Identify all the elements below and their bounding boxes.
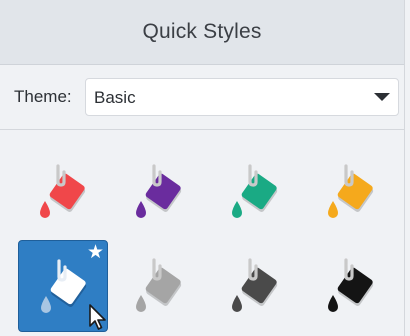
panel-header: Quick Styles bbox=[0, 0, 404, 65]
style-teal-tile[interactable] bbox=[210, 146, 300, 238]
style-dark-gray-tile[interactable] bbox=[210, 240, 300, 332]
panel-title: Quick Styles bbox=[142, 20, 262, 43]
theme-label: Theme: bbox=[14, 87, 72, 106]
theme-value: Basic bbox=[94, 88, 136, 107]
paint-bucket-icon bbox=[136, 164, 182, 218]
style-orange-tile[interactable] bbox=[306, 146, 396, 238]
style-red-tile[interactable] bbox=[18, 146, 108, 238]
paint-bucket-icon bbox=[232, 164, 278, 218]
star-icon: ★ bbox=[86, 241, 104, 263]
style-gray-tile[interactable] bbox=[114, 240, 204, 332]
paint-bucket-icon bbox=[328, 258, 374, 312]
mouse-cursor-icon bbox=[89, 304, 106, 330]
quick-styles-panel: Quick Styles Theme: Basic ★ bbox=[0, 0, 405, 336]
style-purple-tile[interactable] bbox=[114, 146, 204, 238]
theme-row: Theme: Basic bbox=[0, 65, 404, 130]
chevron-down-icon bbox=[374, 93, 390, 101]
theme-dropdown[interactable]: Basic bbox=[85, 78, 399, 116]
paint-bucket-icon bbox=[232, 258, 278, 312]
style-black-tile[interactable] bbox=[306, 240, 396, 332]
paint-bucket-icon bbox=[40, 164, 86, 218]
paint-bucket-icon bbox=[328, 164, 374, 218]
paint-bucket-icon bbox=[136, 258, 182, 312]
